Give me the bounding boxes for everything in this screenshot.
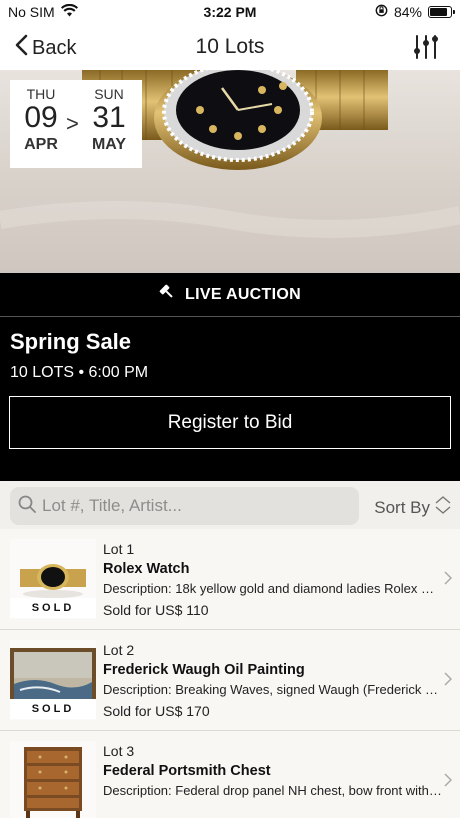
lot-price: Sold for US$ 170 <box>103 703 210 719</box>
search-input[interactable] <box>42 496 342 516</box>
battery-level <box>430 8 447 16</box>
filter-sliders-icon[interactable] <box>412 33 440 66</box>
lot-thumbnail <box>10 741 96 818</box>
register-to-bid-button[interactable]: Register to Bid <box>9 396 451 449</box>
sale-meta: 10 LOTS • 6:00 PM <box>10 364 149 381</box>
lot-description: Description: Breaking Waves, signed Waug… <box>103 682 443 697</box>
sale-info: Spring Sale 10 LOTS • 6:00 PM Register t… <box>0 317 460 481</box>
status-bar: No SIM 3:22 PM 84% <box>0 0 460 24</box>
sort-label: Sort By <box>374 497 430 517</box>
lot-title: Federal Portsmith Chest <box>103 763 271 779</box>
start-day-of-week: THU <box>26 86 56 102</box>
chevron-right-icon <box>444 672 453 691</box>
lot-title: Frederick Waugh Oil Painting <box>103 662 305 678</box>
battery-icon <box>428 6 455 18</box>
end-month: MAY <box>91 136 127 153</box>
orientation-lock-icon <box>375 4 388 20</box>
live-auction-label: LIVE AUCTION <box>185 285 301 303</box>
lot-number: Lot 3 <box>103 743 135 759</box>
lot-list: SOLD Lot 1 Rolex Watch Description: 18k … <box>0 529 460 818</box>
chevron-right-icon <box>444 571 453 590</box>
sold-badge: SOLD <box>10 598 96 618</box>
lot-row[interactable]: SOLD Lot 2 Frederick Waugh Oil Painting … <box>0 630 460 731</box>
lot-price: Sold for US$ 110 <box>103 602 209 618</box>
start-date: THU 09 APR <box>16 86 66 154</box>
search-icon <box>18 495 36 518</box>
end-day: 31 <box>92 101 126 134</box>
lot-title: Rolex Watch <box>103 561 190 577</box>
lot-description: Description: Federal drop panel NH chest… <box>103 783 443 798</box>
page-title: 10 Lots <box>195 35 265 58</box>
navigation-bar: Back 10 Lots <box>0 24 460 70</box>
search-field[interactable] <box>10 487 359 525</box>
sort-chevrons-icon <box>434 495 452 520</box>
lot-number: Lot 2 <box>103 642 135 658</box>
lot-row[interactable]: SOLD Lot 1 Rolex Watch Description: 18k … <box>0 529 460 630</box>
lot-row[interactable]: Lot 3 Federal Portsmith Chest Descriptio… <box>0 731 460 818</box>
battery-percent: 84% <box>393 4 422 20</box>
live-auction-banner: LIVE AUCTION <box>0 273 460 317</box>
hero-image: THU 09 APR > SUN 31 MAY <box>0 70 460 273</box>
sold-badge: SOLD <box>10 699 96 719</box>
auction-date-range: THU 09 APR > SUN 31 MAY <box>10 80 142 168</box>
chevron-right-icon <box>444 773 453 792</box>
start-month: APR <box>24 136 58 153</box>
start-day: 09 <box>24 101 58 134</box>
search-row: Sort By <box>0 481 460 529</box>
date-separator: > <box>66 111 79 136</box>
lot-description: Description: 18k yellow gold and diamond… <box>103 581 443 596</box>
end-date: SUN 31 MAY <box>84 86 134 154</box>
sale-name: Spring Sale <box>10 329 132 354</box>
sort-button[interactable]: Sort By <box>374 495 452 520</box>
lot-number: Lot 1 <box>103 541 135 557</box>
end-day-of-week: SUN <box>94 86 124 102</box>
gavel-icon <box>159 284 175 305</box>
